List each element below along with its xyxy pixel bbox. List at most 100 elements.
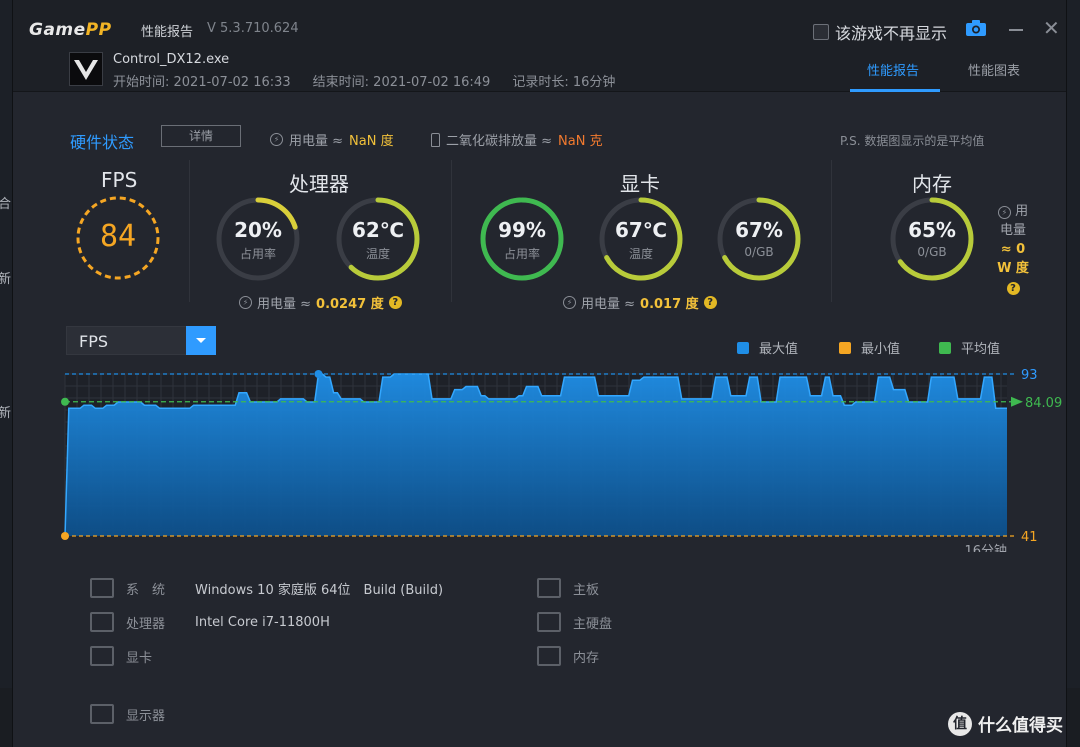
cpu-usage-label: 占用率 [239, 247, 276, 261]
min-point [61, 532, 69, 540]
max-label: 93 [1021, 368, 1038, 383]
close-icon[interactable]: ✕ [1043, 18, 1060, 38]
bottle-icon [431, 132, 440, 147]
memory-power-line3: ≈ 0 [1000, 242, 1026, 257]
exe-name: Control_DX12.exe [113, 52, 230, 67]
gpu-title: 显卡 [620, 172, 660, 196]
disk-label: 主硬盘 [573, 616, 613, 632]
gamepp-report-window: GamePP 性能报告 V 5.3.710.624 该游戏不再显示 ✕ Cont… [12, 0, 1067, 747]
avg-point [61, 397, 69, 406]
background-window-left: 合 新 新 [0, 0, 12, 747]
background-text-fragment: 新 [0, 272, 12, 287]
legend-min: 最小值 [839, 338, 900, 357]
min-label: 41 [1021, 530, 1038, 545]
divider [451, 160, 452, 302]
checkbox-box[interactable] [813, 24, 829, 40]
os-label: 系 统 [126, 582, 166, 598]
legend-swatch [939, 341, 951, 354]
detail-button[interactable]: 详情 [161, 125, 241, 147]
legend-label: 平均值 [961, 342, 1001, 357]
cpu-usage-gauge: 20% 占用率 [215, 196, 301, 282]
session-meta: 开始时间: 2021-07-02 16:33 结束时间: 2021-07-02 … [113, 71, 615, 90]
memory-title: 内存 [912, 172, 952, 196]
cpu-power-value: 0.0247 度 [316, 297, 384, 312]
gpu-icon [90, 646, 114, 666]
minimize-icon[interactable] [1009, 29, 1023, 31]
disk-icon [537, 612, 561, 632]
duration: 记录时长: 16分钟 [512, 75, 616, 90]
metric-select[interactable]: FPS [66, 326, 216, 355]
fps-gauge: 84 [75, 195, 161, 281]
dont-show-checkbox[interactable]: 该游戏不再显示 [813, 20, 947, 44]
co2-label: 二氧化碳排放量 ≈ [446, 134, 553, 149]
memory-usage-value: 65% [908, 218, 956, 242]
cpu-temp-gauge: 62℃ 温度 [335, 196, 421, 282]
game-icon [69, 52, 103, 86]
memory-usage-label: 0/GB [917, 245, 947, 259]
fps-value: 84 [99, 219, 137, 254]
ram-row: 内存 [537, 646, 599, 666]
gpu-usage-value: 99% [498, 218, 546, 242]
avg-label: 84.09 [1025, 396, 1062, 411]
help-icon[interactable]: ? [703, 296, 717, 309]
display-label: 显示器 [126, 708, 166, 724]
power-icon: ⚡ [997, 206, 1011, 219]
legend-avg: 平均值 [939, 338, 1000, 357]
legend-label: 最大值 [759, 342, 799, 357]
board-label: 主板 [573, 582, 600, 598]
memory-usage-gauge: 65% 0/GB [889, 196, 975, 282]
co2-emission: 二氧化碳排放量 ≈ NaN 克 [431, 130, 603, 149]
help-icon[interactable]: ? [388, 296, 402, 309]
memory-power-line2: 电量 [999, 223, 1026, 238]
cpu-power: ⚡ 用电量 ≈ 0.0247 度 ? [239, 293, 402, 312]
chart-note: P.S. 数据图显示的是平均值 [840, 134, 985, 148]
gpu-power: ⚡ 用电量 ≈ 0.017 度 ? [563, 293, 717, 312]
ram-icon [537, 646, 561, 666]
gpu-row: 显卡 [90, 646, 152, 666]
camera-icon[interactable] [965, 19, 987, 37]
board-row: 主板 [537, 578, 599, 598]
cpu-temp-label: 温度 [365, 247, 390, 261]
legend-swatch [839, 341, 851, 354]
cpu-row: 处理器 Intel Core i7-11800H [90, 612, 330, 632]
window-title: 性能报告 [141, 25, 194, 40]
cpu-title: 处理器 [289, 172, 349, 196]
ram-label: 内存 [573, 650, 600, 666]
gpu-usage-gauge: 99% 占用率 [479, 196, 565, 282]
gamepp-logo: GamePP [29, 20, 112, 40]
max-point [314, 370, 323, 378]
total-power: ⚡ 用电量 ≈ NaN 度 [270, 130, 394, 149]
help-icon[interactable]: ? [1006, 282, 1020, 295]
chevron-down-icon[interactable] [186, 326, 216, 355]
cpu-power-label: 用电量 ≈ [257, 297, 312, 312]
gpu-temp-value: 67℃ [614, 218, 668, 242]
cpu-usage-value: 20% [234, 218, 282, 242]
gpu-vram-gauge: 67% 0/GB [716, 196, 802, 282]
fps-title: FPS [101, 168, 138, 192]
cpu-label: 处理器 [126, 616, 166, 632]
background-text-fragment: 合 [0, 197, 12, 212]
co2-value: NaN 克 [558, 134, 603, 149]
os-value: Windows 10 家庭版 64位 Build (Build) [195, 582, 444, 598]
smzdm-watermark: 值 什么值得买 [948, 711, 1063, 736]
gpu-vram-label: 0/GB [744, 245, 774, 259]
legend-label: 最小值 [861, 342, 901, 357]
disk-row: 主硬盘 [537, 612, 612, 632]
power-icon: ⚡ [239, 296, 252, 309]
motherboard-icon [537, 578, 561, 598]
gpu-temp-label: 温度 [628, 247, 653, 261]
memory-power-line1: 用 [1015, 204, 1029, 219]
version-label: V 5.3.710.624 [207, 21, 299, 36]
cpu-icon [90, 612, 114, 632]
tab-performance-chart[interactable]: 性能图表 [968, 60, 1020, 79]
hardware-status-title: 硬件状态 [70, 133, 135, 152]
active-tab-indicator [850, 89, 940, 92]
watermark-text: 什么值得买 [978, 716, 1063, 736]
gpu-power-value: 0.017 度 [640, 297, 699, 312]
logo-text-accent: PP [85, 20, 112, 40]
display-row: 显示器 [90, 704, 165, 724]
gpu-power-label: 用电量 ≈ [581, 297, 636, 312]
tab-performance-report[interactable]: 性能报告 [867, 60, 919, 79]
power-value: NaN 度 [349, 134, 394, 149]
legend-max: 最大值 [737, 338, 798, 357]
